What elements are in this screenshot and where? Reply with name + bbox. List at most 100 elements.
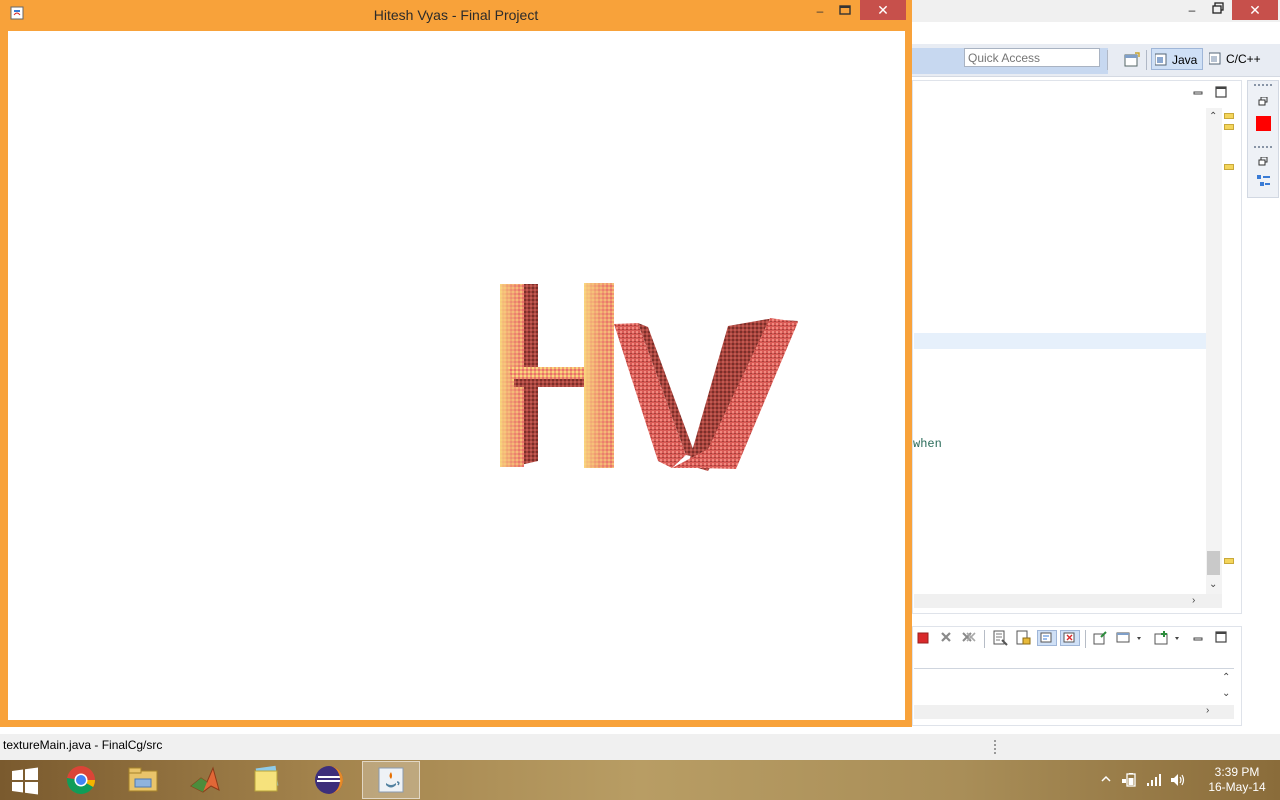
h-right-post-shade — [584, 283, 614, 468]
window-title: Hitesh Vyas - Final Project — [373, 7, 539, 23]
scroll-lock-button[interactable] — [1015, 630, 1031, 646]
console-minimize-button[interactable] — [1192, 632, 1206, 642]
scroll-right-icon[interactable]: › — [1192, 595, 1195, 606]
perspective-label: C/C++ — [1226, 52, 1261, 66]
restore-icon — [1258, 156, 1268, 166]
terminate-button[interactable] — [916, 631, 932, 647]
show-error-icon — [1063, 632, 1075, 643]
windows-logo-icon — [12, 767, 38, 795]
eclipse-restore-button[interactable] — [1208, 0, 1228, 20]
scroll-up-icon[interactable]: ⌃ — [1209, 111, 1217, 122]
eclipse-close-button[interactable]: ✕ — [1232, 0, 1278, 20]
console-horizontal-scrollbar[interactable] — [914, 705, 1234, 719]
volume-tray[interactable] — [1170, 773, 1185, 787]
matlab-icon — [190, 766, 220, 793]
scroll-right-icon[interactable]: › — [1206, 705, 1209, 716]
open-console-icon — [1154, 631, 1179, 645]
scroll-lock-icon — [1016, 630, 1031, 645]
perspective-java[interactable]: Java — [1151, 48, 1203, 70]
trim-restore-button[interactable] — [1258, 156, 1270, 168]
overview-ruler-marker[interactable] — [1224, 164, 1234, 170]
pin-icon — [1093, 631, 1107, 645]
taskbar-java-app[interactable] — [362, 761, 420, 799]
editor-maximize-button[interactable] — [1215, 86, 1229, 100]
close-button[interactable]: ✕ — [860, 0, 906, 20]
sticky-notes-icon — [254, 765, 279, 792]
show-on-stdout-button[interactable] — [1037, 630, 1057, 646]
scroll-up-icon[interactable]: ⌃ — [1222, 672, 1230, 683]
speaker-icon — [1171, 774, 1185, 786]
remove-all-button[interactable] — [961, 630, 977, 646]
terminate-icon — [917, 632, 929, 644]
minimize-icon — [1193, 637, 1203, 641]
show-on-stderr-button[interactable] — [1060, 630, 1080, 646]
overview-ruler-marker[interactable] — [1224, 124, 1234, 130]
problems-error-icon[interactable] — [1256, 116, 1271, 131]
maximize-button[interactable] — [838, 3, 854, 19]
tray-clock[interactable]: 3:39 PM 16-May-14 — [1196, 765, 1278, 795]
clock-time: 3:39 PM — [1214, 765, 1260, 779]
code-fragment: when — [913, 437, 942, 451]
show-console-icon — [1040, 632, 1052, 643]
pin-console-button[interactable] — [1092, 630, 1108, 646]
file-explorer-icon — [128, 767, 158, 792]
outline-icon — [1257, 175, 1270, 186]
remove-icon — [941, 632, 951, 642]
open-perspective-icon — [1124, 52, 1140, 67]
start-button[interactable] — [0, 761, 50, 799]
scroll-down-icon[interactable]: ⌄ — [1222, 688, 1230, 699]
render-canvas[interactable] — [8, 31, 905, 720]
remove-all-icon — [962, 632, 976, 642]
trim-grip[interactable] — [1254, 84, 1272, 89]
trim-restore-button[interactable] — [1258, 96, 1270, 108]
minimize-button[interactable]: – — [812, 3, 828, 19]
maximize-icon — [1215, 631, 1227, 643]
status-grip[interactable] — [994, 740, 999, 754]
trim-grip[interactable] — [1254, 146, 1272, 151]
overview-ruler-marker[interactable] — [1224, 113, 1234, 119]
minimize-icon — [1193, 91, 1203, 95]
taskbar-sticky-notes[interactable] — [238, 761, 296, 799]
outline-view-button[interactable] — [1256, 174, 1271, 189]
cpp-perspective-icon — [1209, 52, 1221, 65]
maximize-icon — [1215, 86, 1227, 98]
java-icon — [378, 767, 404, 793]
clear-console-button[interactable] — [992, 630, 1008, 646]
letter-h — [500, 283, 614, 468]
overview-ruler-marker[interactable] — [1224, 558, 1234, 564]
h-crossbar-side — [514, 379, 590, 387]
console-maximize-button[interactable] — [1215, 631, 1229, 645]
editor-minimize-button[interactable] — [1192, 86, 1206, 96]
console-output[interactable] — [914, 668, 1234, 705]
network-tray[interactable] — [1146, 773, 1161, 787]
taskbar-file-explorer[interactable] — [114, 761, 172, 799]
signal-icon — [1147, 774, 1161, 786]
scroll-down-icon[interactable]: ⌄ — [1209, 579, 1217, 590]
taskbar-eclipse[interactable] — [300, 761, 358, 799]
status-text: textureMain.java - FinalCg/src — [3, 738, 163, 752]
editor-scroll-thumb[interactable] — [1207, 551, 1220, 575]
perspective-label: Java — [1172, 53, 1198, 67]
chevron-up-icon — [1101, 775, 1111, 782]
battery-icon — [1122, 773, 1136, 787]
hv-3d-scene — [500, 283, 798, 471]
toolbar-separator — [984, 630, 985, 648]
editor-horizontal-scrollbar[interactable] — [914, 594, 1222, 608]
eclipse-minimize-button[interactable]: – — [1184, 0, 1200, 20]
remove-launch-button[interactable] — [939, 630, 955, 646]
taskbar-chrome[interactable] — [52, 761, 110, 799]
editor-vertical-scrollbar[interactable] — [1206, 108, 1222, 594]
maximize-icon — [839, 5, 851, 15]
open-console-dropdown[interactable] — [1154, 630, 1184, 646]
quick-access-input[interactable] — [964, 48, 1100, 67]
perspective-cpp[interactable]: C/C++ — [1206, 48, 1266, 70]
taskbar-matlab[interactable] — [176, 761, 234, 799]
open-perspective-button[interactable] — [1124, 52, 1140, 68]
battery-tray[interactable] — [1122, 773, 1136, 787]
display-console-dropdown[interactable] — [1116, 630, 1146, 646]
java-app-window: Hitesh Vyas - Final Project – ✕ — [0, 0, 912, 727]
restore-icon — [1212, 2, 1224, 14]
show-hidden-icons-button[interactable] — [1100, 773, 1114, 787]
chrome-icon — [67, 766, 95, 794]
eclipse-icon — [315, 766, 343, 794]
